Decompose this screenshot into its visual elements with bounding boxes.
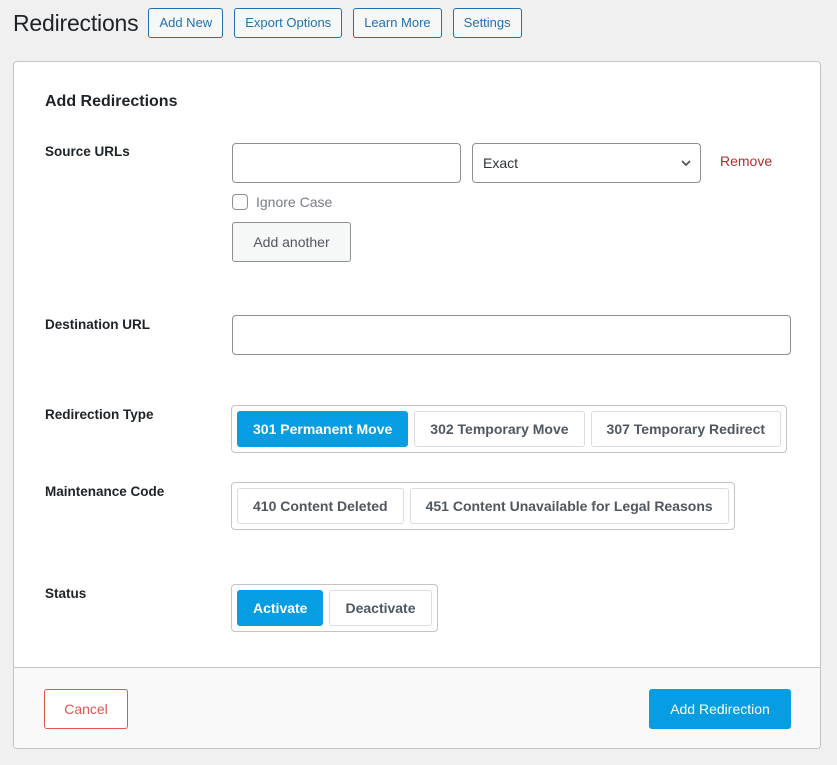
redirection-type-group: 301 Permanent Move 302 Temporary Move 30… xyxy=(231,405,788,453)
match-type-value: Exact xyxy=(483,155,519,171)
type-307-button[interactable]: 307 Temporary Redirect xyxy=(590,411,782,447)
add-redirection-button[interactable]: Add Redirection xyxy=(649,689,791,729)
card-footer: Cancel Add Redirection xyxy=(14,667,820,748)
code-410-button[interactable]: 410 Content Deleted xyxy=(237,488,404,524)
add-redirection-card: Add Redirections Source URLs Exact Remov… xyxy=(13,61,821,749)
source-url-input[interactable] xyxy=(232,143,461,183)
cancel-button[interactable]: Cancel xyxy=(44,689,128,729)
type-302-button[interactable]: 302 Temporary Move xyxy=(414,411,585,447)
type-301-button[interactable]: 301 Permanent Move xyxy=(237,411,409,447)
status-group: Activate Deactivate xyxy=(231,584,438,632)
code-451-button[interactable]: 451 Content Unavailable for Legal Reason… xyxy=(409,488,729,524)
maintenance-code-label: Maintenance Code xyxy=(45,484,165,499)
redirection-type-label: Redirection Type xyxy=(45,407,154,422)
chevron-down-icon xyxy=(681,160,691,167)
status-label: Status xyxy=(45,586,87,601)
remove-link[interactable]: Remove xyxy=(720,153,772,169)
destination-url-input[interactable] xyxy=(232,315,791,355)
ignore-case-row: Ignore Case xyxy=(232,194,332,210)
export-options-button[interactable]: Export Options xyxy=(234,8,343,38)
add-new-button[interactable]: Add New xyxy=(148,8,224,38)
maintenance-code-group: 410 Content Deleted 451 Content Unavaila… xyxy=(231,482,735,530)
learn-more-button[interactable]: Learn More xyxy=(353,8,442,38)
activate-button[interactable]: Activate xyxy=(237,590,324,626)
add-another-button[interactable]: Add another xyxy=(232,222,351,262)
card-title: Add Redirections xyxy=(45,93,178,110)
source-urls-label: Source URLs xyxy=(45,144,130,159)
page-title: Redirections xyxy=(13,9,139,36)
ignore-case-label[interactable]: Ignore Case xyxy=(256,194,332,210)
ignore-case-checkbox[interactable] xyxy=(232,194,248,210)
deactivate-button[interactable]: Deactivate xyxy=(329,590,432,626)
match-type-select[interactable]: Exact xyxy=(472,143,701,183)
page-header: Redirections Add New Export Options Lear… xyxy=(13,8,533,38)
settings-button[interactable]: Settings xyxy=(452,8,522,38)
destination-url-label: Destination URL xyxy=(45,317,151,332)
